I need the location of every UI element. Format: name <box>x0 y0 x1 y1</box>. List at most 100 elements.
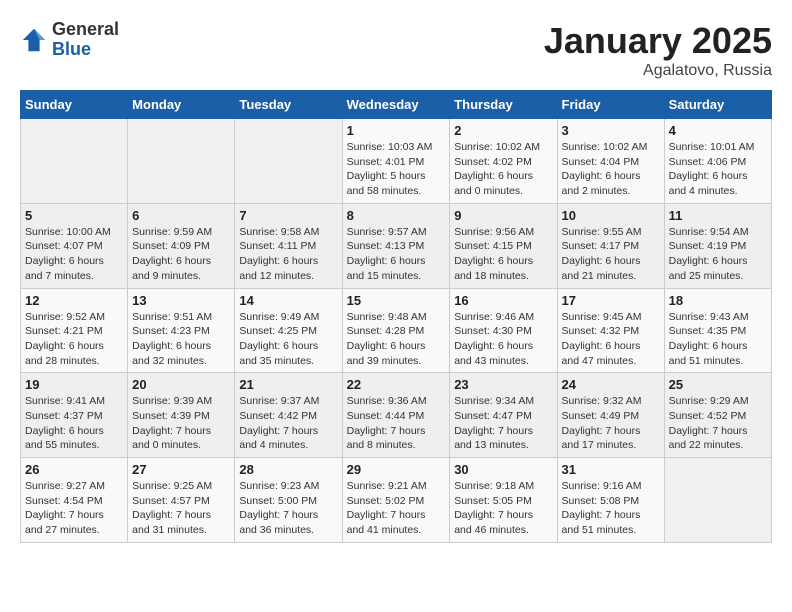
weekday-header-thursday: Thursday <box>450 91 557 119</box>
day-cell: 14 Sunrise: 9:49 AM Sunset: 4:25 PM Dayli… <box>235 288 342 373</box>
day-info: Sunrise: 10:00 AM Sunset: 4:07 PM Daylig… <box>25 225 123 284</box>
day-number: 29 <box>347 462 446 477</box>
day-cell: 26 Sunrise: 9:27 AM Sunset: 4:54 PM Dayli… <box>21 458 128 543</box>
day-info: Sunrise: 9:57 AM Sunset: 4:13 PM Dayligh… <box>347 225 446 284</box>
day-info: Sunrise: 9:58 AM Sunset: 4:11 PM Dayligh… <box>239 225 337 284</box>
day-info: Sunrise: 10:02 AM Sunset: 4:02 PM Daylig… <box>454 140 552 199</box>
day-number: 27 <box>132 462 230 477</box>
day-cell: 25 Sunrise: 9:29 AM Sunset: 4:52 PM Dayli… <box>664 373 771 458</box>
day-cell: 28Sunrise: 9:23 AM Sunset: 5:00 PM Dayli… <box>235 458 342 543</box>
day-cell: 10Sunrise: 9:55 AM Sunset: 4:17 PM Dayli… <box>557 203 664 288</box>
day-number: 22 <box>347 377 446 392</box>
day-cell: 18 Sunrise: 9:43 AM Sunset: 4:35 PM Dayli… <box>664 288 771 373</box>
day-number: 10 <box>562 208 660 223</box>
day-number: 14 <box>239 293 337 308</box>
day-cell: 1 Sunrise: 10:03 AM Sunset: 4:01 PM Dayli… <box>342 119 450 204</box>
day-number: 7 <box>239 208 337 223</box>
day-info: Sunrise: 9:25 AM Sunset: 4:57 PM Dayligh… <box>132 479 230 538</box>
day-cell <box>128 119 235 204</box>
day-cell: 15 Sunrise: 9:48 AM Sunset: 4:28 PM Dayli… <box>342 288 450 373</box>
day-cell: 6 Sunrise: 9:59 AM Sunset: 4:09 PM Daylig… <box>128 203 235 288</box>
day-info: Sunrise: 9:34 AM Sunset: 4:47 PM Dayligh… <box>454 394 552 453</box>
day-number: 23 <box>454 377 552 392</box>
day-info: Sunrise: 9:32 AM Sunset: 4:49 PM Dayligh… <box>562 394 660 453</box>
day-number: 13 <box>132 293 230 308</box>
day-cell: 2 Sunrise: 10:02 AM Sunset: 4:02 PM Dayli… <box>450 119 557 204</box>
weekday-header-monday: Monday <box>128 91 235 119</box>
week-row-1: 1 Sunrise: 10:03 AM Sunset: 4:01 PM Dayli… <box>21 119 772 204</box>
day-info: Sunrise: 9:41 AM Sunset: 4:37 PM Dayligh… <box>25 394 123 453</box>
day-cell: 24 Sunrise: 9:32 AM Sunset: 4:49 PM Dayli… <box>557 373 664 458</box>
day-info: Sunrise: 9:43 AM Sunset: 4:35 PM Dayligh… <box>669 310 767 369</box>
day-cell: 12Sunrise: 9:52 AM Sunset: 4:21 PM Dayli… <box>21 288 128 373</box>
day-cell: 5 Sunrise: 10:00 AM Sunset: 4:07 PM Dayli… <box>21 203 128 288</box>
day-cell: 9 Sunrise: 9:56 AM Sunset: 4:15 PM Daylig… <box>450 203 557 288</box>
day-info: Sunrise: 9:36 AM Sunset: 4:44 PM Dayligh… <box>347 394 446 453</box>
weekday-header-sunday: Sunday <box>21 91 128 119</box>
day-cell <box>235 119 342 204</box>
day-info: Sunrise: 9:52 AM Sunset: 4:21 PM Dayligh… <box>25 310 123 369</box>
day-cell: 23 Sunrise: 9:34 AM Sunset: 4:47 PM Dayli… <box>450 373 557 458</box>
day-info: Sunrise: 9:27 AM Sunset: 4:54 PM Dayligh… <box>25 479 123 538</box>
day-info: Sunrise: 9:54 AM Sunset: 4:19 PM Dayligh… <box>669 225 767 284</box>
day-cell: 31 Sunrise: 9:16 AM Sunset: 5:08 PM Dayli… <box>557 458 664 543</box>
day-number: 19 <box>25 377 123 392</box>
day-info: Sunrise: 9:37 AM Sunset: 4:42 PM Dayligh… <box>239 394 337 453</box>
day-cell: 29 Sunrise: 9:21 AM Sunset: 5:02 PM Dayli… <box>342 458 450 543</box>
weekday-header-wednesday: Wednesday <box>342 91 450 119</box>
page-header: General Blue January 2025 Agalatovo, Rus… <box>20 20 772 80</box>
day-info: Sunrise: 9:16 AM Sunset: 5:08 PM Dayligh… <box>562 479 660 538</box>
day-info: Sunrise: 9:48 AM Sunset: 4:28 PM Dayligh… <box>347 310 446 369</box>
day-info: Sunrise: 9:45 AM Sunset: 4:32 PM Dayligh… <box>562 310 660 369</box>
day-number: 18 <box>669 293 767 308</box>
day-number: 6 <box>132 208 230 223</box>
day-number: 4 <box>669 123 767 138</box>
day-number: 25 <box>669 377 767 392</box>
week-row-2: 5 Sunrise: 10:00 AM Sunset: 4:07 PM Dayli… <box>21 203 772 288</box>
weekday-header-row: SundayMondayTuesdayWednesdayThursdayFrid… <box>21 91 772 119</box>
day-info: Sunrise: 9:56 AM Sunset: 4:15 PM Dayligh… <box>454 225 552 284</box>
day-info: Sunrise: 10:02 AM Sunset: 4:04 PM Daylig… <box>562 140 660 199</box>
day-cell: 3Sunrise: 10:02 AM Sunset: 4:04 PM Dayli… <box>557 119 664 204</box>
day-info: Sunrise: 9:49 AM Sunset: 4:25 PM Dayligh… <box>239 310 337 369</box>
calendar-header: SundayMondayTuesdayWednesdayThursdayFrid… <box>21 91 772 119</box>
day-number: 1 <box>347 123 446 138</box>
day-info: Sunrise: 9:21 AM Sunset: 5:02 PM Dayligh… <box>347 479 446 538</box>
day-info: Sunrise: 9:46 AM Sunset: 4:30 PM Dayligh… <box>454 310 552 369</box>
day-cell: 17 Sunrise: 9:45 AM Sunset: 4:32 PM Dayli… <box>557 288 664 373</box>
calendar-table: SundayMondayTuesdayWednesdayThursdayFrid… <box>20 90 772 543</box>
month-title: January 2025 <box>544 20 772 62</box>
day-info: Sunrise: 9:18 AM Sunset: 5:05 PM Dayligh… <box>454 479 552 538</box>
day-info: Sunrise: 9:59 AM Sunset: 4:09 PM Dayligh… <box>132 225 230 284</box>
week-row-4: 19 Sunrise: 9:41 AM Sunset: 4:37 PM Dayli… <box>21 373 772 458</box>
day-number: 26 <box>25 462 123 477</box>
day-number: 24 <box>562 377 660 392</box>
location-subtitle: Agalatovo, Russia <box>544 62 772 80</box>
day-cell <box>21 119 128 204</box>
calendar-body: 1 Sunrise: 10:03 AM Sunset: 4:01 PM Dayli… <box>21 119 772 543</box>
day-info: Sunrise: 9:23 AM Sunset: 5:00 PM Dayligh… <box>239 479 337 538</box>
day-number: 2 <box>454 123 552 138</box>
day-cell: 22 Sunrise: 9:36 AM Sunset: 4:44 PM Dayli… <box>342 373 450 458</box>
day-cell: 20Sunrise: 9:39 AM Sunset: 4:39 PM Dayli… <box>128 373 235 458</box>
day-info: Sunrise: 9:29 AM Sunset: 4:52 PM Dayligh… <box>669 394 767 453</box>
day-cell: 13 Sunrise: 9:51 AM Sunset: 4:23 PM Dayli… <box>128 288 235 373</box>
logo: General Blue <box>20 20 119 60</box>
day-number: 17 <box>562 293 660 308</box>
weekday-header-tuesday: Tuesday <box>235 91 342 119</box>
day-info: Sunrise: 10:03 AM Sunset: 4:01 PM Daylig… <box>347 140 446 199</box>
day-number: 9 <box>454 208 552 223</box>
weekday-header-saturday: Saturday <box>664 91 771 119</box>
day-number: 5 <box>25 208 123 223</box>
week-row-5: 26 Sunrise: 9:27 AM Sunset: 4:54 PM Dayli… <box>21 458 772 543</box>
day-info: Sunrise: 9:51 AM Sunset: 4:23 PM Dayligh… <box>132 310 230 369</box>
day-number: 15 <box>347 293 446 308</box>
logo-icon <box>20 26 48 54</box>
day-number: 16 <box>454 293 552 308</box>
day-cell: 19 Sunrise: 9:41 AM Sunset: 4:37 PM Dayli… <box>21 373 128 458</box>
day-info: Sunrise: 10:01 AM Sunset: 4:06 PM Daylig… <box>669 140 767 199</box>
day-cell: 4 Sunrise: 10:01 AM Sunset: 4:06 PM Dayli… <box>664 119 771 204</box>
day-number: 31 <box>562 462 660 477</box>
day-cell: 7 Sunrise: 9:58 AM Sunset: 4:11 PM Daylig… <box>235 203 342 288</box>
logo-general-text: General <box>52 19 119 39</box>
